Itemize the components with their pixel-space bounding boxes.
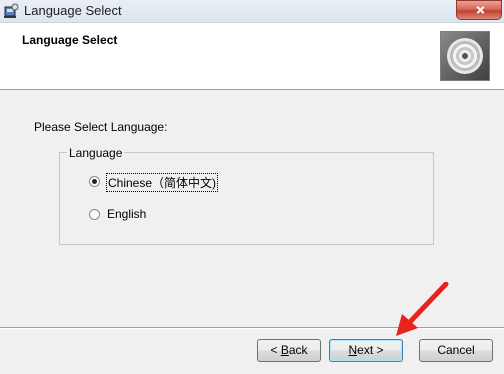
language-group-label: Language — [67, 146, 125, 160]
red-annotation-arrow — [396, 282, 449, 336]
installer-app-icon — [4, 3, 19, 18]
radio-english[interactable] — [89, 209, 100, 220]
back-arrow: < — [270, 343, 281, 357]
next-button[interactable]: Next > — [329, 339, 403, 362]
cancel-button[interactable]: Cancel — [419, 339, 493, 362]
close-button[interactable] — [456, 0, 502, 20]
header-title: Language Select — [22, 33, 118, 47]
title-bar: Language Select — [0, 0, 504, 23]
back-accelerator: B — [280, 343, 289, 357]
back-button[interactable]: < Back — [257, 339, 321, 362]
back-label-rest: ack — [288, 343, 308, 357]
cd-disc-icon — [440, 31, 490, 81]
radio-chinese[interactable] — [89, 176, 100, 187]
window-title: Language Select — [24, 3, 122, 18]
language-prompt: Please Select Language: — [34, 120, 168, 134]
wizard-header: Language Select — [0, 23, 504, 90]
cd-disc-graphic — [447, 38, 483, 74]
next-label-rest: ext — [357, 343, 374, 357]
next-arrow: > — [373, 343, 384, 357]
language-groupbox — [59, 152, 434, 245]
next-accelerator: N — [348, 343, 358, 357]
radio-label-chinese[interactable]: Chinese（简体中文) — [105, 173, 219, 192]
radio-label-english[interactable]: English — [107, 207, 146, 221]
